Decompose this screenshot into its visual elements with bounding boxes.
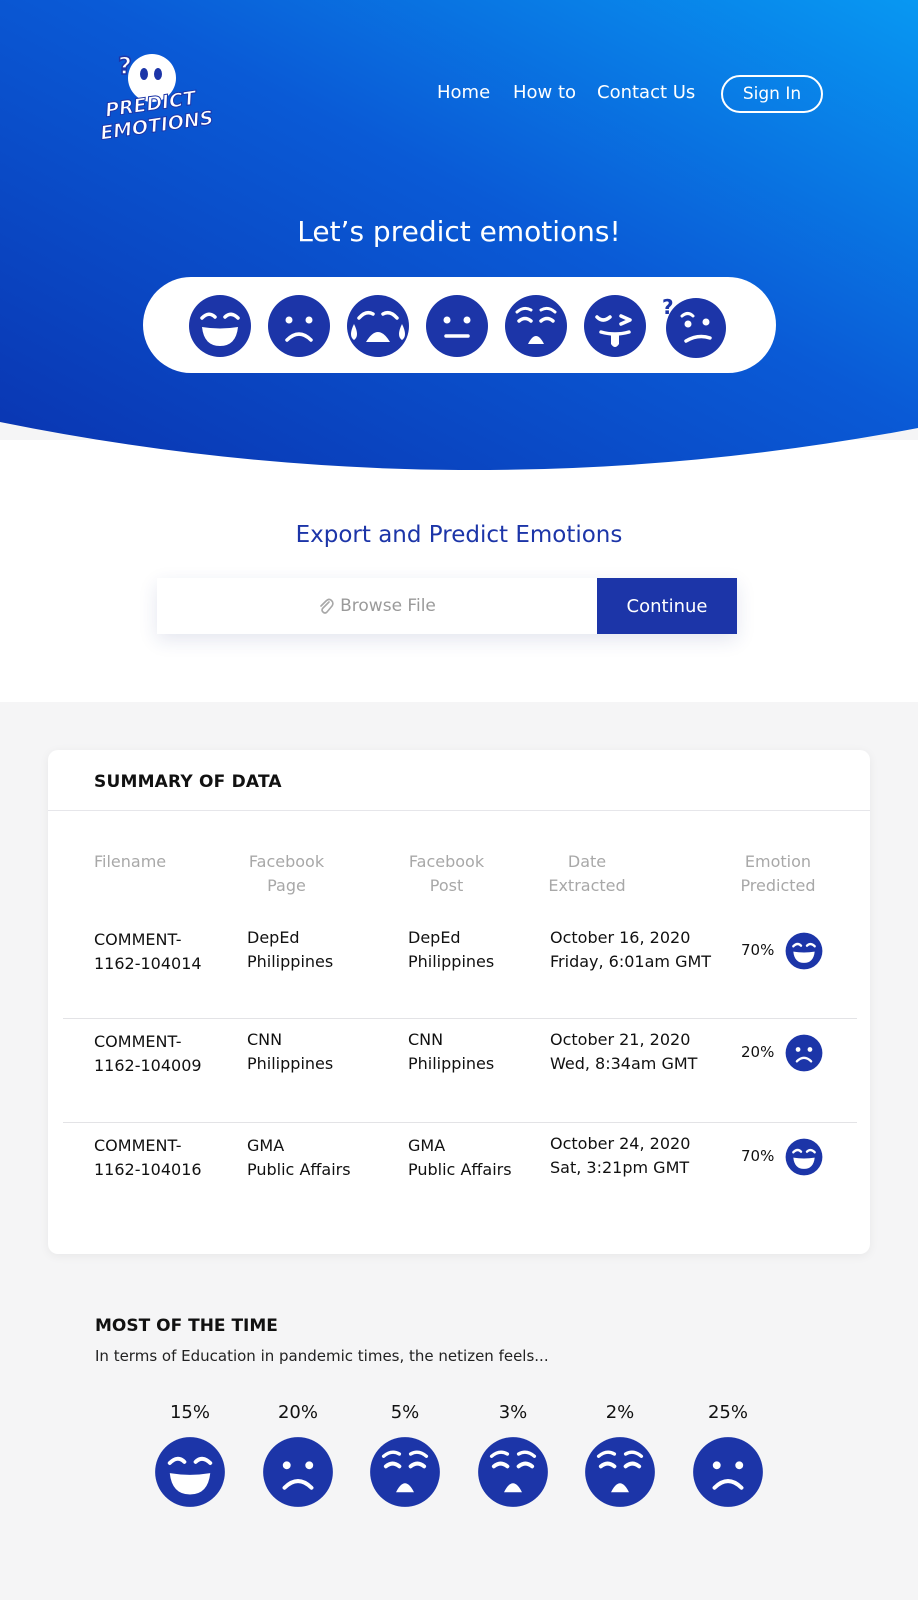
row-percent: 70%	[741, 941, 775, 959]
header-emotion-predicted: Emotion Predicted	[740, 852, 816, 895]
happy-face-icon	[155, 1437, 225, 1507]
stat-item: 2%	[582, 1402, 658, 1508]
header-filename: Filename	[94, 852, 167, 871]
row-filename: COMMENT- 1162-104016	[94, 1136, 202, 1179]
tired-face-icon	[370, 1437, 440, 1507]
row-divider	[63, 1122, 857, 1123]
summary-card: SUMMARY OF DATA Filename Facebook Page Fa…	[48, 750, 870, 1254]
happy-face-icon	[785, 1138, 823, 1176]
row-date-extracted: October 24, 2020 Sat, 3:21pm GMT	[550, 1134, 691, 1177]
row-facebook-page: DepEd Philippines	[247, 928, 334, 971]
emotion-selector-bar: ?	[143, 277, 776, 373]
tired-face-icon	[478, 1437, 548, 1507]
row-facebook-post: GMA Public Affairs	[408, 1136, 512, 1179]
neutral-face-icon[interactable]	[425, 294, 489, 358]
stat-item: 20%	[260, 1402, 336, 1508]
browse-file-label: Browse File	[340, 596, 436, 616]
row-facebook-post: DepEd Philippines	[408, 928, 495, 971]
happy-face-icon	[785, 932, 823, 970]
sad-face-icon	[263, 1437, 333, 1507]
upload-section-background	[0, 440, 918, 702]
header-facebook-page: Facebook Page	[248, 852, 325, 895]
row-divider	[63, 1018, 857, 1019]
stat-percent: 2%	[605, 1402, 635, 1423]
row-date-extracted: October 21, 2020 Wed, 8:34am GMT	[550, 1030, 698, 1073]
tired-face-icon[interactable]	[504, 294, 568, 358]
row-date-extracted: October 16, 2020 Friday, 6:01am GMT	[550, 928, 712, 971]
stat-item: 15%	[152, 1402, 228, 1508]
nav-howto-link[interactable]: How to	[513, 82, 576, 103]
continue-button[interactable]: Continue	[597, 578, 737, 634]
stat-item: 25%	[690, 1402, 766, 1508]
row-facebook-page: GMA Public Affairs	[247, 1136, 351, 1179]
nav-contact-link[interactable]: Contact Us	[597, 82, 695, 103]
svg-text:?: ?	[118, 52, 132, 80]
row-filename: COMMENT- 1162-104014	[94, 930, 202, 973]
table-row[interactable]: COMMENT- 1162-104016 GMA Public Affairs GM…	[63, 1134, 857, 1238]
crying-face-icon[interactable]	[346, 294, 410, 358]
stat-percent: 15%	[169, 1402, 210, 1423]
nav-home-link[interactable]: Home	[437, 82, 490, 103]
stat-item: 3%	[475, 1402, 551, 1508]
most-of-the-time-title: MOST OF THE TIME	[95, 1316, 278, 1336]
stat-item: 5%	[367, 1402, 443, 1508]
sad-face-icon[interactable]	[267, 294, 331, 358]
hero-title: Let’s predict emotions!	[297, 215, 621, 248]
top-navigation: Home How to Contact Us Sign In	[0, 75, 918, 114]
file-upload-group: Browse File Continue	[157, 578, 737, 634]
playful-face-icon[interactable]	[583, 294, 647, 358]
confused-face-icon[interactable]: ?	[662, 294, 726, 358]
summary-divider	[48, 810, 870, 811]
row-percent: 20%	[741, 1043, 775, 1061]
stat-percent: 5%	[390, 1402, 420, 1423]
summary-title: SUMMARY OF DATA	[94, 772, 282, 792]
sad-face-icon	[693, 1437, 763, 1507]
hero-banner: ? PREDICT EMOTIONS Home How to Contact U…	[0, 0, 918, 470]
sad-face-icon	[785, 1034, 823, 1072]
sign-in-button[interactable]: Sign In	[721, 75, 823, 113]
header-facebook-post: Facebook Post	[408, 852, 485, 895]
browse-file-input[interactable]: Browse File	[157, 578, 597, 634]
row-facebook-post: CNN Philippines	[408, 1030, 495, 1073]
export-section-title: Export and Predict Emotions	[295, 522, 623, 548]
most-of-the-time-subtitle: In terms of Education in pandemic times,…	[95, 1347, 549, 1365]
stat-percent: 20%	[277, 1402, 318, 1423]
stat-percent: 3%	[498, 1402, 528, 1423]
row-percent: 70%	[741, 1147, 775, 1165]
table-row[interactable]: COMMENT- 1162-104014 DepEd Philippines Dep…	[63, 928, 857, 1032]
stat-percent: 25%	[707, 1402, 748, 1423]
header-date-extracted: Date Extracted	[548, 852, 626, 895]
svg-text:?: ?	[662, 295, 674, 319]
row-filename: COMMENT- 1162-104009	[94, 1032, 202, 1075]
tired-face-icon	[585, 1437, 655, 1507]
table-row[interactable]: COMMENT- 1162-104009 CNN Philippines CNN Ph…	[63, 1030, 857, 1134]
row-facebook-page: CNN Philippines	[247, 1030, 334, 1073]
happy-face-icon[interactable]	[188, 294, 252, 358]
paperclip-icon	[320, 598, 334, 614]
